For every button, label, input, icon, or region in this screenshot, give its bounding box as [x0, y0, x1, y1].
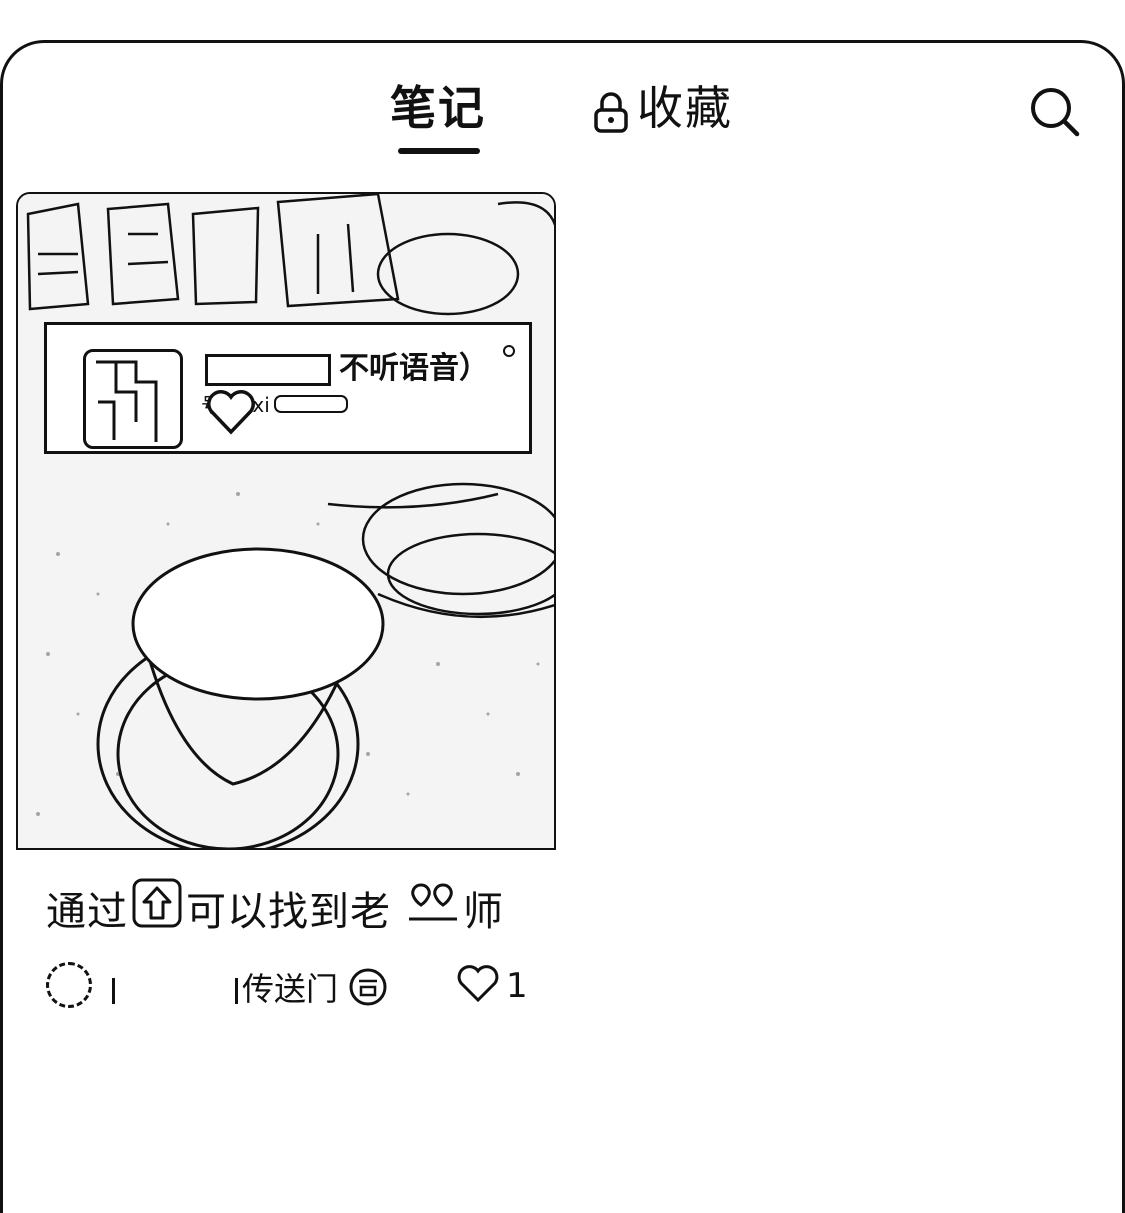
author-name[interactable]: 传送门 — [112, 964, 388, 1015]
upload-arrow-icon — [132, 878, 182, 938]
tab-notes[interactable]: 笔记 — [390, 76, 486, 140]
tab-favorites-label: 收藏 — [637, 81, 733, 135]
like-button[interactable]: 1 — [456, 964, 528, 1008]
search-button[interactable] — [1027, 84, 1083, 140]
tab-favorites[interactable]: 收藏 — [593, 76, 733, 140]
search-icon — [1027, 88, 1083, 144]
note-title[interactable]: 通过 可以找到老 师 — [46, 878, 504, 938]
people-icon — [407, 879, 459, 937]
note-title-part1: 通过 — [46, 889, 128, 935]
tab-bar: 笔记 收藏 — [0, 40, 1125, 170]
badge-icon — [348, 967, 388, 1015]
like-count: 1 — [506, 966, 528, 1006]
note-title-part2: 可以找到老 — [186, 889, 391, 935]
note-card[interactable]: 不听语音） 号:hexi 通过 可以找到老 — [16, 192, 556, 1012]
overlay-subtitle: 号:hexi — [201, 389, 348, 435]
note-cover-image[interactable]: 不听语音） 号:hexi — [16, 192, 556, 850]
cover-overlay-card: 不听语音） 号:hexi — [44, 322, 532, 454]
heart-icon — [456, 964, 500, 1008]
overlay-title: 不听语音） — [205, 343, 489, 387]
overlay-dot — [503, 345, 515, 357]
active-tab-indicator — [398, 148, 480, 154]
cover-photo — [18, 194, 554, 848]
lock-icon — [593, 86, 629, 133]
author-avatar[interactable] — [46, 962, 92, 1008]
note-meta: 传送门 1 — [46, 958, 556, 1008]
note-title-part3: 师 — [463, 889, 504, 935]
overlay-avatar — [83, 349, 183, 449]
